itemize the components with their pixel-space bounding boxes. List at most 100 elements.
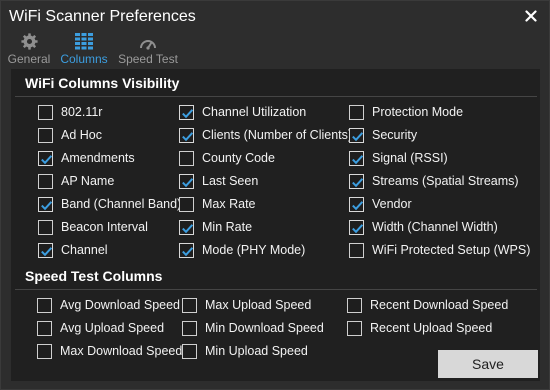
checkbox-signal-rssi[interactable]: Signal (RSSI) <box>349 149 448 167</box>
checkbox-recent-upload-speed[interactable]: Recent Upload Speed <box>347 319 492 337</box>
checkmark-icon <box>41 200 53 210</box>
checkbox-recent-download-speed[interactable]: Recent Download Speed <box>347 296 508 314</box>
checkbox-checked[interactable] <box>349 173 364 189</box>
tab-general-label: General <box>7 52 51 66</box>
checkbox-beacon-interval[interactable]: Beacon Interval <box>38 218 148 236</box>
checkbox-label: Band (Channel Band) <box>61 197 182 211</box>
checkbox-max-upload-speed[interactable]: Max Upload Speed <box>182 296 311 314</box>
checkbox-checked[interactable] <box>179 104 194 120</box>
checkbox-label: Recent Upload Speed <box>370 321 493 335</box>
checkbox-unchecked[interactable] <box>38 219 53 235</box>
checkbox-min-upload-speed[interactable]: Min Upload Speed <box>182 342 308 360</box>
gear-icon <box>20 31 38 50</box>
checkbox-label: Width (Channel Width) <box>372 220 498 234</box>
save-button[interactable]: Save <box>438 350 538 378</box>
checkbox-checked[interactable] <box>349 150 364 166</box>
checkbox-streams-spatial-streams[interactable]: Streams (Spatial Streams) <box>349 172 519 190</box>
checkmark-icon <box>352 177 364 187</box>
checkbox-unchecked[interactable] <box>182 343 197 359</box>
checkbox-802-11r[interactable]: 802.11r <box>38 103 102 121</box>
checkbox-unchecked[interactable] <box>182 320 197 336</box>
checkbox-unchecked[interactable] <box>179 196 194 212</box>
checkbox-label: Clients (Number of Clients) <box>202 128 353 142</box>
speed-test-columns-heading: Speed Test Columns <box>25 268 163 284</box>
close-icon[interactable] <box>523 8 539 24</box>
tab-columns[interactable]: Columns <box>57 31 111 69</box>
checkbox-vendor[interactable]: Vendor <box>349 195 412 213</box>
checkbox-label: Max Rate <box>202 197 256 211</box>
checkbox-band-channel-band[interactable]: Band (Channel Band) <box>38 195 181 213</box>
checkbox-security[interactable]: Security <box>349 126 417 144</box>
checkbox-unchecked[interactable] <box>347 320 362 336</box>
checkmark-icon <box>182 246 194 256</box>
checkbox-label: Avg Upload Speed <box>60 321 165 335</box>
checkbox-max-rate[interactable]: Max Rate <box>179 195 256 213</box>
checkbox-unchecked[interactable] <box>349 242 364 258</box>
checkbox-label: Streams (Spatial Streams) <box>372 174 519 188</box>
checkbox-checked[interactable] <box>349 127 364 143</box>
checkbox-label: Recent Download Speed <box>370 298 509 312</box>
checkbox-unchecked[interactable] <box>182 297 197 313</box>
gauge-icon <box>139 31 157 50</box>
checkbox-width-channel-width[interactable]: Width (Channel Width) <box>349 218 498 236</box>
checkbox-last-seen[interactable]: Last Seen <box>179 172 258 190</box>
checkbox-max-download-speed[interactable]: Max Download Speed <box>37 342 182 360</box>
checkbox-ad-hoc[interactable]: Ad Hoc <box>38 126 102 144</box>
checkbox-avg-download-speed[interactable]: Avg Download Speed <box>37 296 180 314</box>
tab-general[interactable]: General <box>7 31 51 69</box>
columns-panel: WiFi Columns Visibility 802.11r Ad Hoc Ame… <box>11 69 540 381</box>
checkbox-channel[interactable]: Channel <box>38 241 108 259</box>
checkbox-ap-name[interactable]: AP Name <box>38 172 114 190</box>
title-bar: WiFi Scanner Preferences <box>1 1 549 33</box>
checkbox-label: WiFi Protected Setup (WPS) <box>372 243 531 257</box>
checkbox-clients-number-of-clients[interactable]: Clients (Number of Clients) <box>179 126 352 144</box>
checkbox-checked[interactable] <box>38 242 53 258</box>
checkbox-checked[interactable] <box>38 150 53 166</box>
tab-bar: General Columns Speed Test <box>1 31 549 71</box>
window-title: WiFi Scanner Preferences <box>9 8 196 25</box>
checkbox-unchecked[interactable] <box>347 297 362 313</box>
checkbox-mode-phy-mode[interactable]: Mode (PHY Mode) <box>179 241 305 259</box>
checkbox-avg-upload-speed[interactable]: Avg Upload Speed <box>37 319 164 337</box>
checkmark-icon <box>41 154 53 164</box>
checkbox-unchecked[interactable] <box>38 104 53 120</box>
checkbox-county-code[interactable]: County Code <box>179 149 275 167</box>
checkbox-label: Protection Mode <box>372 105 464 119</box>
checkbox-min-rate[interactable]: Min Rate <box>179 218 252 236</box>
speed-section-divider <box>15 289 537 290</box>
checkbox-label: Security <box>372 128 418 142</box>
checkbox-channel-utilization[interactable]: Channel Utilization <box>179 103 306 121</box>
checkbox-label: Channel Utilization <box>202 105 307 119</box>
checkmark-icon <box>182 131 194 141</box>
checkbox-unchecked[interactable] <box>38 173 53 189</box>
checkbox-unchecked[interactable] <box>179 150 194 166</box>
checkmark-icon <box>352 131 364 141</box>
wifi-section-divider <box>15 96 537 97</box>
checkbox-checked[interactable] <box>349 196 364 212</box>
checkbox-label: Avg Download Speed <box>60 298 180 312</box>
checkbox-label: Max Upload Speed <box>205 298 312 312</box>
checkbox-label: Beacon Interval <box>61 220 148 234</box>
checkbox-checked[interactable] <box>179 173 194 189</box>
checkmark-icon <box>352 154 364 164</box>
checkbox-checked[interactable] <box>38 196 53 212</box>
checkbox-checked[interactable] <box>349 219 364 235</box>
checkbox-label: Min Upload Speed <box>205 344 308 358</box>
checkbox-unchecked[interactable] <box>349 104 364 120</box>
checkbox-min-download-speed[interactable]: Min Download Speed <box>182 319 324 337</box>
checkbox-unchecked[interactable] <box>37 297 52 313</box>
checkbox-unchecked[interactable] <box>38 127 53 143</box>
checkbox-checked[interactable] <box>179 242 194 258</box>
checkbox-label: 802.11r <box>61 105 103 119</box>
checkbox-unchecked[interactable] <box>37 343 52 359</box>
checkbox-protection-mode[interactable]: Protection Mode <box>349 103 463 121</box>
checkbox-unchecked[interactable] <box>37 320 52 336</box>
checkbox-checked[interactable] <box>179 127 194 143</box>
checkbox-wifi-protected-setup-wps[interactable]: WiFi Protected Setup (WPS) <box>349 241 530 259</box>
tab-speed-test[interactable]: Speed Test <box>116 31 180 69</box>
wifi-columns-heading: WiFi Columns Visibility <box>25 75 180 91</box>
checkbox-label: Signal (RSSI) <box>372 151 448 165</box>
checkbox-checked[interactable] <box>179 219 194 235</box>
checkbox-amendments[interactable]: Amendments <box>38 149 135 167</box>
preferences-window: WiFi Scanner Preferences General Columns… <box>0 0 550 390</box>
